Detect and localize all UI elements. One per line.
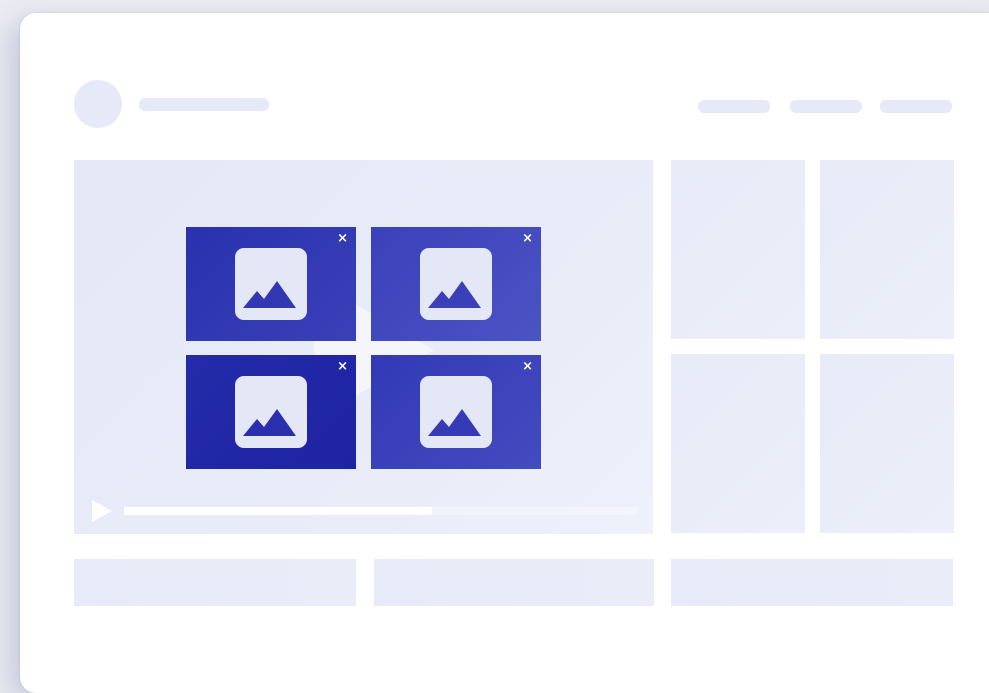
image-icon bbox=[420, 376, 492, 448]
thumbnail-2[interactable] bbox=[820, 160, 954, 339]
nav-item-3[interactable] bbox=[880, 100, 952, 113]
nav-item-1[interactable] bbox=[698, 100, 770, 113]
image-icon bbox=[420, 248, 492, 320]
progress-fill bbox=[124, 507, 432, 515]
popup-tile-2[interactable]: × bbox=[371, 227, 541, 341]
close-icon[interactable]: × bbox=[337, 360, 348, 374]
content-block-2 bbox=[374, 559, 654, 606]
thumbnail-1[interactable] bbox=[671, 160, 805, 339]
avatar[interactable] bbox=[74, 80, 122, 128]
video-player[interactable] bbox=[74, 160, 653, 534]
play-icon[interactable] bbox=[92, 500, 112, 522]
close-icon[interactable]: × bbox=[337, 232, 348, 246]
close-icon[interactable]: × bbox=[522, 360, 533, 374]
image-icon bbox=[235, 248, 307, 320]
thumbnail-4[interactable] bbox=[820, 354, 954, 533]
content-block-3 bbox=[671, 559, 953, 606]
popup-tile-1[interactable]: × bbox=[186, 227, 356, 341]
page-title-placeholder bbox=[139, 98, 269, 111]
progress-bar[interactable] bbox=[124, 507, 637, 515]
nav-item-2[interactable] bbox=[790, 100, 862, 113]
thumbnail-3[interactable] bbox=[671, 354, 805, 533]
close-icon[interactable]: × bbox=[522, 232, 533, 246]
popup-tile-4[interactable]: × bbox=[371, 355, 541, 469]
image-icon bbox=[235, 376, 307, 448]
content-block-1 bbox=[74, 559, 356, 606]
popup-tile-3[interactable]: × bbox=[186, 355, 356, 469]
